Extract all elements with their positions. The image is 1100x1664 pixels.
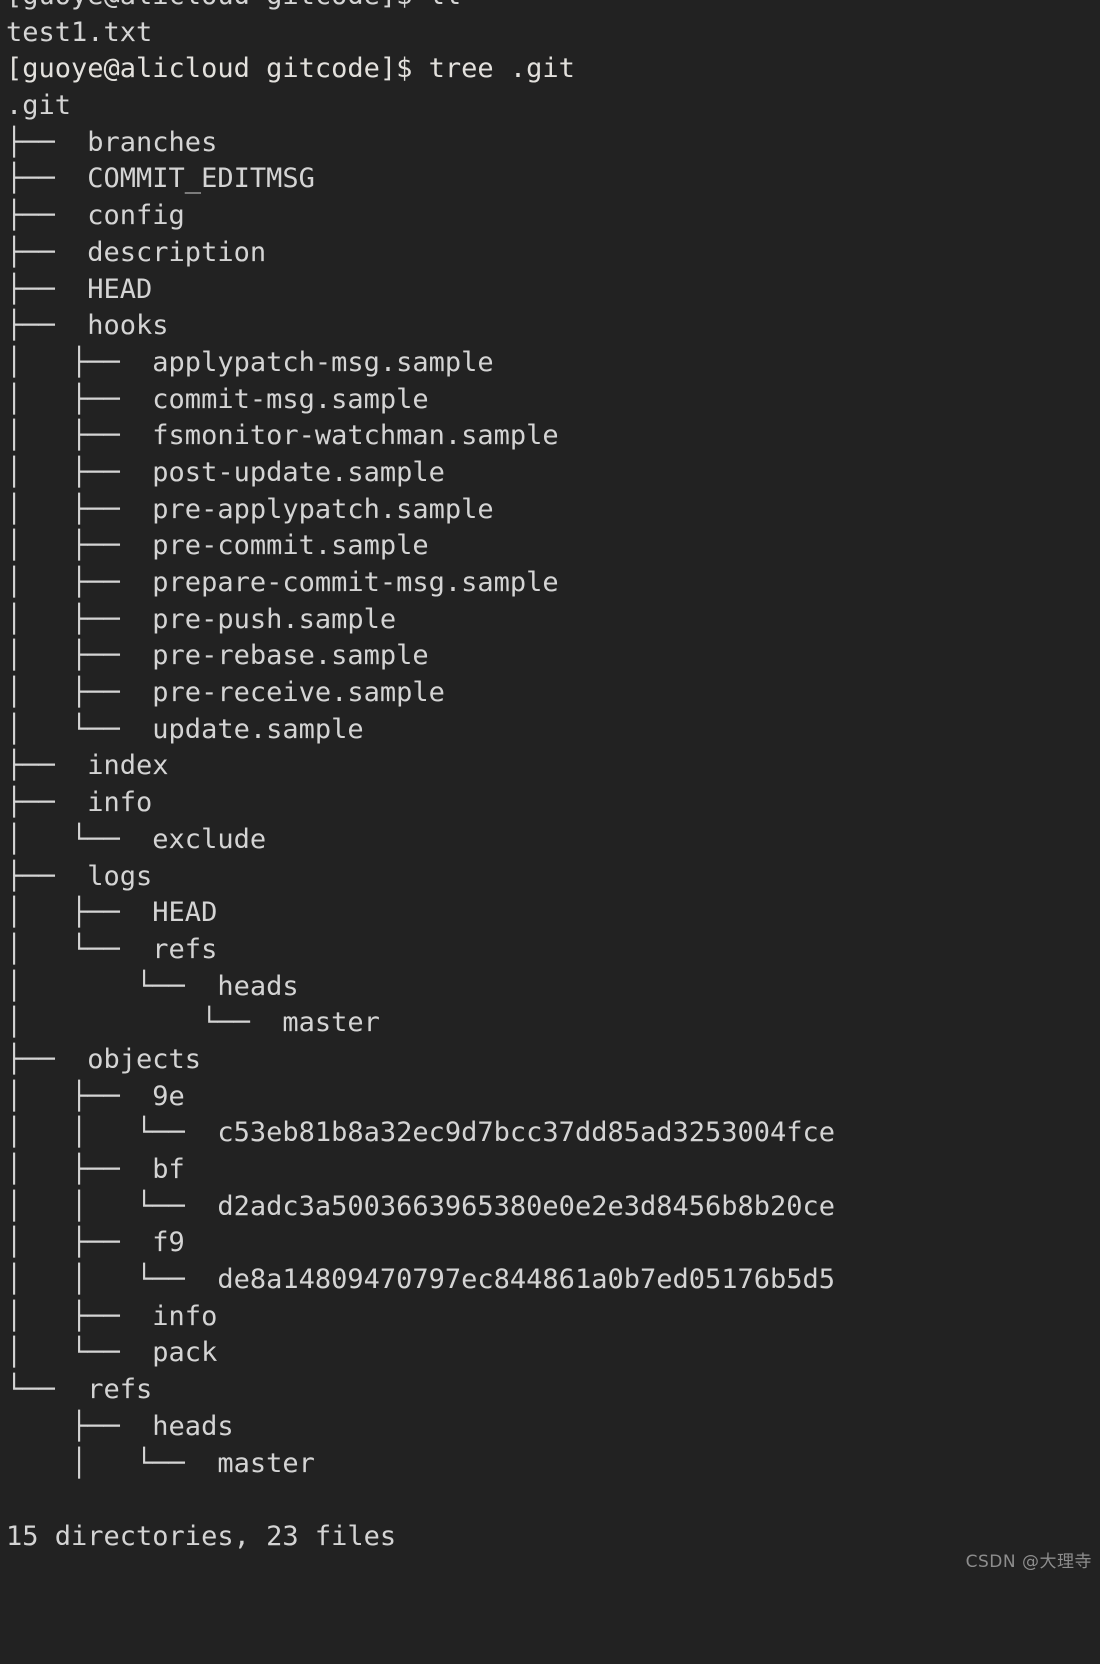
terminal-line-12: │ ├── post-update.sample <box>6 456 445 488</box>
terminal-summary-line: 15 directories, 23 files <box>6 1520 397 1552</box>
terminal-line-16: │ ├── pre-push.sample <box>6 603 397 635</box>
terminal-line-25: │ └── refs <box>6 933 218 965</box>
terminal-line-6: ├── description <box>6 236 267 268</box>
terminal-line-11: │ ├── fsmonitor-watchman.sample <box>6 420 559 452</box>
terminal-line-19: │ └── update.sample <box>6 713 364 745</box>
terminal-line-scrollback-partial: [guoye@alicloud gitcode]$ ll <box>6 0 1100 15</box>
terminal-line-37: └── refs <box>6 1374 153 1406</box>
terminal-line-9: │ ├── applypatch-msg.sample <box>6 346 494 378</box>
terminal-line-5: ├── config <box>6 200 185 232</box>
terminal-line-24: │ ├── HEAD <box>6 897 218 929</box>
terminal-scrollback: [guoye@alicloud gitcode]$ ll test1.txt [… <box>6 0 1100 1556</box>
terminal-line-17: │ ├── pre-rebase.sample <box>6 640 429 672</box>
terminal-line-28: ├── objects <box>6 1043 202 1075</box>
terminal-line-15: │ ├── prepare-commit-msg.sample <box>6 567 559 598</box>
terminal-line-39: │ └── master <box>6 1447 315 1479</box>
csdn-watermark: CSDN @大理寺 <box>965 1552 1092 1572</box>
terminal-line-14: │ ├── pre-commit.sample <box>6 530 429 562</box>
terminal-line-33: │ ├── f9 <box>6 1227 185 1259</box>
terminal-line-4: ├── COMMIT_EDITMSG <box>6 163 315 195</box>
terminal-line-21: ├── info <box>6 787 153 819</box>
terminal-line-8: ├── hooks <box>6 310 169 342</box>
terminal-line-3: ├── branches <box>6 126 218 158</box>
terminal-line-27: │ └── master <box>6 1007 380 1039</box>
terminal-line-7: ├── HEAD <box>6 273 153 305</box>
terminal-line-1: [guoye@alicloud gitcode]$ tree .git <box>6 53 575 85</box>
terminal-line-10: │ ├── commit-msg.sample <box>6 383 429 415</box>
terminal-line-35: │ ├── info <box>6 1300 218 1332</box>
terminal-line-23: ├── logs <box>6 860 153 892</box>
terminal-line-32: │ │ └── d2adc3a5003663965380e0e2e3d8456b… <box>6 1190 836 1222</box>
terminal-line-26: │ └── heads <box>6 970 299 1002</box>
terminal-line-0: test1.txt <box>6 16 153 48</box>
terminal-line-22: │ └── exclude <box>6 823 267 855</box>
terminal-window[interactable]: [guoye@alicloud gitcode]$ ll test1.txt [… <box>0 0 1100 1664</box>
terminal-line-20: ├── index <box>6 750 169 782</box>
terminal-line-36: │ └── pack <box>6 1337 218 1369</box>
terminal-line-31: │ ├── bf <box>6 1154 185 1185</box>
terminal-line-38: ├── heads <box>6 1410 234 1442</box>
terminal-line-18: │ ├── pre-receive.sample <box>6 677 445 709</box>
terminal-line-30: │ │ └── c53eb81b8a32ec9d7bcc37dd85ad3253… <box>6 1117 836 1149</box>
terminal-line-13: │ ├── pre-applypatch.sample <box>6 493 494 525</box>
terminal-line-34: │ │ └── de8a14809470797ec844861a0b7ed051… <box>6 1264 836 1296</box>
terminal-line-2: .git <box>6 90 72 122</box>
terminal-line-29: │ ├── 9e <box>6 1080 185 1112</box>
